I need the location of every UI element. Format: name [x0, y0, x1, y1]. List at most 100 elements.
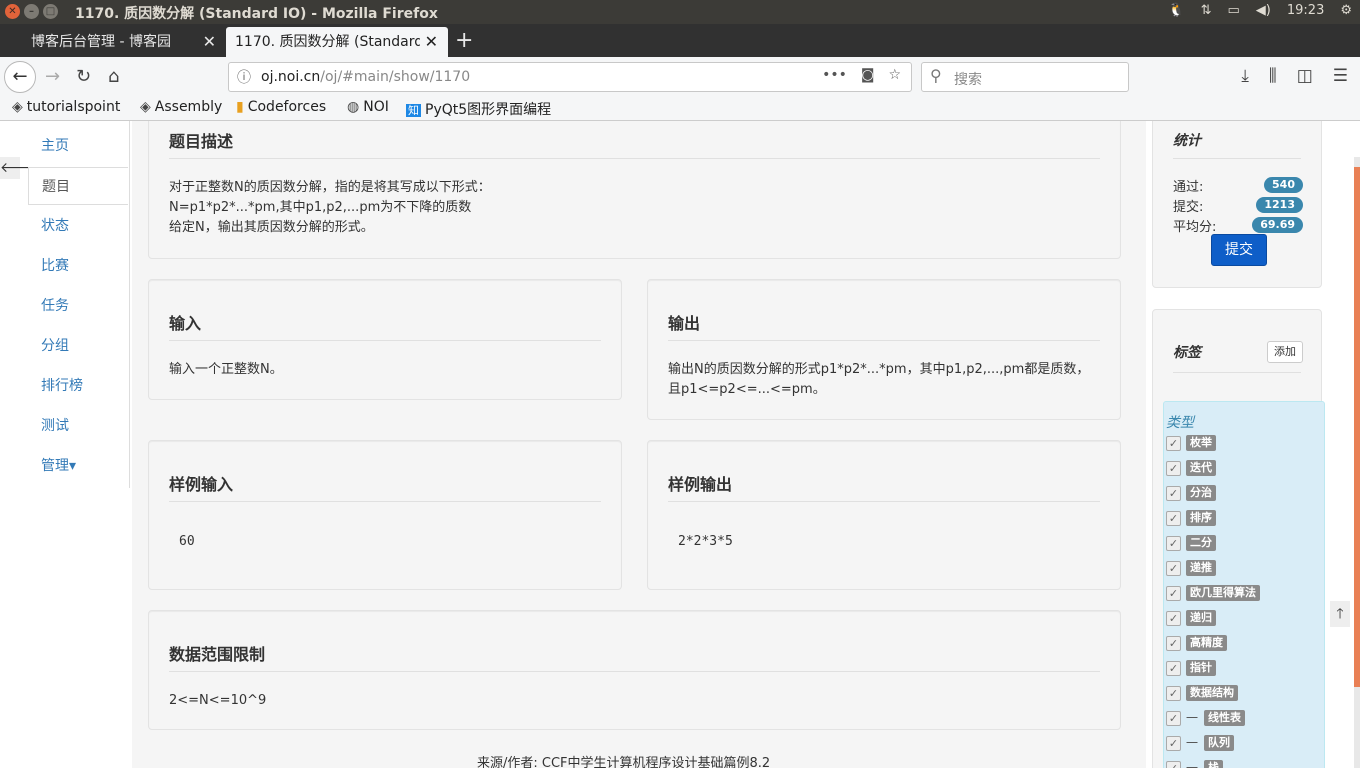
- bookmark-label: NOI: [363, 99, 389, 115]
- sidebar-toggle-icon[interactable]: ◫: [1297, 66, 1313, 86]
- checkbox[interactable]: ✓: [1166, 486, 1181, 501]
- menu-icon[interactable]: ☰: [1333, 66, 1348, 86]
- sample-input-panel: 样例输入 60: [148, 440, 622, 590]
- description-line: 对于正整数N的质因数分解，指的是将其写成以下形式：: [169, 180, 491, 195]
- limits-text: 2<=N<=10^9: [169, 693, 267, 708]
- checkbox[interactable]: ✓: [1166, 436, 1181, 451]
- scrollbar-thumb[interactable]: [1354, 167, 1360, 687]
- sidebar-item-groups[interactable]: 分组: [28, 327, 128, 365]
- tree-dash: 一: [1186, 711, 1199, 725]
- tag-label: 排序: [1186, 510, 1216, 526]
- checkbox[interactable]: ✓: [1166, 736, 1181, 751]
- battery-icon[interactable]: ▭: [1228, 3, 1240, 18]
- scroll-to-top-arrow-icon[interactable]: 🡑: [1330, 601, 1350, 627]
- checkbox[interactable]: ✓: [1166, 511, 1181, 526]
- tag-label: 欧几里得算法: [1186, 585, 1260, 601]
- pass-badge: 540: [1264, 177, 1303, 193]
- gear-icon[interactable]: ⚙: [1340, 3, 1352, 18]
- bookmark-codeforces[interactable]: ▮ Codeforces: [236, 99, 326, 115]
- diamond-icon: ◈: [140, 99, 151, 115]
- new-tab-button[interactable]: +: [455, 27, 473, 55]
- description-panel: 题目描述 对于正整数N的质因数分解，指的是将其写成以下形式： N=p1*p2*.…: [148, 121, 1121, 259]
- reload-button[interactable]: ↻: [76, 66, 91, 87]
- description-title: 题目描述: [169, 132, 234, 151]
- globe-icon: ◍: [347, 99, 360, 115]
- bookmark-noi[interactable]: ◍ NOI: [347, 99, 389, 115]
- collapse-left-arrow-icon[interactable]: 🡐: [0, 157, 38, 179]
- url-path: /oj/#main/show/1170: [320, 69, 471, 85]
- forward-button[interactable]: →: [45, 66, 60, 87]
- minimize-window-button[interactable]: –: [24, 4, 39, 19]
- tree-dash: 一: [1186, 761, 1199, 768]
- pocket-icon[interactable]: ◙: [861, 67, 875, 83]
- sidebar-nav: 主页 题目 状态 比赛 任务 分组 排行榜 测试 管理▾: [20, 121, 130, 488]
- page-scrollbar[interactable]: [1354, 157, 1360, 768]
- sample-input-code: 60: [179, 534, 195, 549]
- page-content: 🡐 主页 题目 状态 比赛 任务 分组 排行榜 测试 管理▾ 题目描述 对于正整…: [0, 121, 1360, 768]
- checkbox[interactable]: ✓: [1166, 711, 1181, 726]
- description-line: N=p1*p2*...*pm,其中p1,p2,...pm为不下降的质数: [169, 200, 472, 215]
- limits-panel: 数据范围限制 2<=N<=10^9: [148, 610, 1121, 730]
- sample-output-panel: 样例输出 2*2*3*5: [647, 440, 1121, 590]
- right-column: 统计 通过: 540 提交: 1213 平均分: 69.69 提交 标签 添加 …: [1146, 121, 1336, 768]
- checkbox[interactable]: ✓: [1166, 586, 1181, 601]
- tab-problem[interactable]: 1170. 质因数分解 (Standard IO) ✕: [226, 27, 448, 57]
- close-window-button[interactable]: ✕: [5, 4, 20, 19]
- network-icon[interactable]: ⇅: [1201, 3, 1212, 18]
- checkbox[interactable]: ✓: [1166, 661, 1181, 676]
- add-tag-button[interactable]: 添加: [1267, 341, 1303, 363]
- avg-label: 平均分:: [1173, 220, 1217, 235]
- search-bar[interactable]: ⚲ 搜索: [921, 62, 1129, 92]
- problem-main: 题目描述 对于正整数N的质因数分解，指的是将其写成以下形式： N=p1*p2*.…: [132, 121, 1146, 768]
- sidebar-item-ranking[interactable]: 排行榜: [28, 367, 128, 405]
- tab-label: 1170. 质因数分解 (Standard IO): [235, 34, 420, 50]
- tag-category: 类型: [1166, 415, 1194, 431]
- page-actions-icon[interactable]: •••: [822, 67, 847, 83]
- bookmark-tutorialspoint[interactable]: ◈ tutorialspoint: [12, 99, 120, 115]
- checkbox[interactable]: ✓: [1166, 461, 1181, 476]
- sidebar-item-tasks[interactable]: 任务: [28, 287, 128, 325]
- sidebar-item-test[interactable]: 测试: [28, 407, 128, 445]
- window-titlebar: ✕ – □ 1170. 质因数分解 (Standard IO) - Mozill…: [0, 0, 1360, 24]
- tag-label: 递推: [1186, 560, 1216, 576]
- sidebar-item-status[interactable]: 状态: [28, 207, 128, 245]
- close-tab-icon[interactable]: ✕: [203, 27, 216, 57]
- bookmark-star-icon[interactable]: ☆: [888, 67, 901, 83]
- navigation-toolbar: ← → ↻ ⌂ ⓘ oj.noi.cn/oj/#main/show/1170 •…: [0, 57, 1360, 97]
- download-icon[interactable]: ⤓: [1241, 66, 1249, 86]
- checkbox[interactable]: ✓: [1166, 636, 1181, 651]
- bookmark-label: tutorialspoint: [26, 99, 121, 115]
- bookmark-pyqt5[interactable]: 知 PyQt5图形界面编程: [406, 99, 551, 119]
- tab-blog-admin[interactable]: 博客后台管理 - 博客园 ✕: [0, 27, 226, 57]
- search-icon: ⚲: [930, 66, 942, 85]
- submit-button[interactable]: 提交: [1211, 234, 1267, 266]
- volume-icon[interactable]: ◀): [1256, 3, 1271, 18]
- tag-label: 指针: [1186, 660, 1216, 676]
- maximize-window-button[interactable]: □: [43, 4, 58, 19]
- submit-badge: 1213: [1256, 197, 1303, 213]
- checkbox[interactable]: ✓: [1166, 611, 1181, 626]
- home-button[interactable]: ⌂: [108, 66, 119, 87]
- site-info-icon[interactable]: ⓘ: [237, 67, 251, 87]
- url-bar[interactable]: ⓘ oj.noi.cn/oj/#main/show/1170 ••• ◙ ☆: [228, 62, 912, 92]
- bookmark-label: Codeforces: [247, 99, 327, 115]
- checkbox[interactable]: ✓: [1166, 536, 1181, 551]
- library-icon[interactable]: ⫼: [1269, 66, 1277, 86]
- sidebar-item-contest[interactable]: 比赛: [28, 247, 128, 285]
- close-tab-icon[interactable]: ✕: [425, 27, 438, 57]
- sidebar-item-admin[interactable]: 管理▾: [28, 447, 128, 485]
- penguin-icon[interactable]: 🐧: [1168, 3, 1184, 18]
- checkbox[interactable]: ✓: [1166, 561, 1181, 576]
- limits-title: 数据范围限制: [169, 645, 266, 664]
- sidebar-item-problems[interactable]: 题目: [28, 167, 128, 205]
- checkbox[interactable]: ✓: [1166, 686, 1181, 701]
- clock[interactable]: 19:23: [1287, 3, 1324, 18]
- checkbox[interactable]: ✓: [1166, 761, 1181, 768]
- url-text[interactable]: oj.noi.cn/oj/#main/show/1170: [261, 69, 470, 85]
- back-button[interactable]: ←: [4, 61, 36, 93]
- window-title: 1170. 质因数分解 (Standard IO) - Mozilla Fire…: [75, 6, 438, 22]
- tag-label: 枚举: [1186, 435, 1216, 451]
- sidebar-item-home[interactable]: 主页: [28, 127, 128, 165]
- tag-label: 分治: [1186, 485, 1216, 501]
- bookmark-assembly[interactable]: ◈ Assembly: [140, 99, 222, 115]
